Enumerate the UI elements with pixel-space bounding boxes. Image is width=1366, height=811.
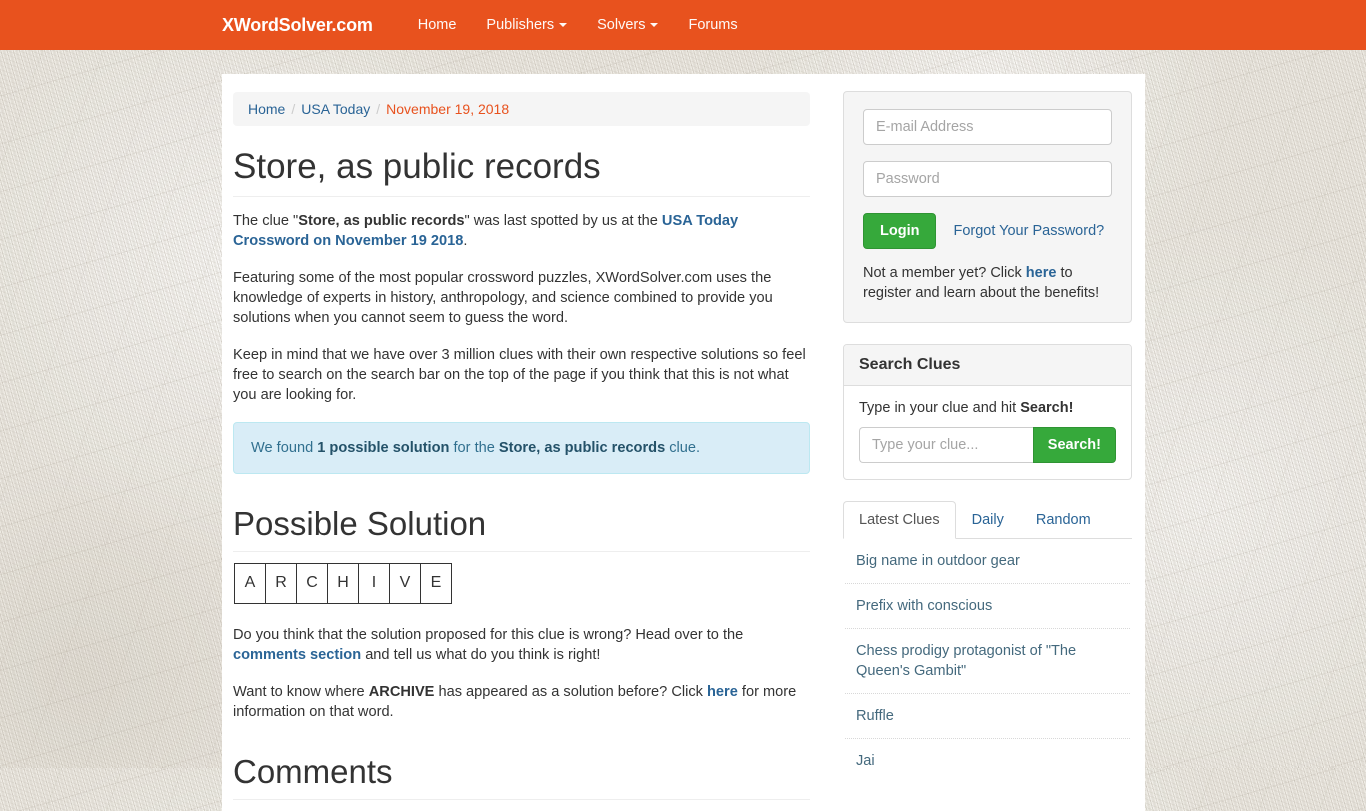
search-hint: Type in your clue and hit Search! xyxy=(859,400,1116,416)
letter-box: H xyxy=(327,562,359,604)
login-button[interactable]: Login xyxy=(863,213,937,249)
wrong-solution-paragraph: Do you think that the solution proposed … xyxy=(233,625,810,665)
search-hint-paragraph: Keep in mind that we have over 3 million… xyxy=(233,346,806,403)
nav-item-publishers[interactable]: Publishers xyxy=(471,0,582,50)
search-panel-title: Search Clues xyxy=(844,345,1131,386)
nav-item-solvers-label: Solvers xyxy=(597,17,646,33)
letter-box: V xyxy=(389,562,421,604)
search-panel-body: Type in your clue and hit Search! Search… xyxy=(844,386,1131,479)
list-item[interactable]: Prefix with conscious xyxy=(845,584,1130,629)
intro-post: . xyxy=(463,232,468,249)
main-content: Home / USA Today / November 19, 2018 Store, … xyxy=(222,74,834,811)
letter-box: I xyxy=(358,562,390,604)
history-word: ARCHIVE xyxy=(368,683,435,700)
wrong-post: and tell us what do you think is right! xyxy=(361,646,601,663)
search-input-group: Search! xyxy=(859,427,1116,463)
solution-count-alert: We found 1 possible solution for the Sto… xyxy=(233,421,810,474)
chevron-down-icon xyxy=(559,23,568,28)
intro-pre: The clue " xyxy=(233,212,299,229)
register-here-link[interactable]: here xyxy=(1026,265,1057,281)
nav-item-solvers[interactable]: Solvers xyxy=(582,0,673,50)
top-navbar: XWordSolver.com Home Publishers Solvers … xyxy=(0,0,1366,50)
breadcrumb-date: November 19, 2018 xyxy=(386,101,510,117)
alert-pre: We found xyxy=(251,439,318,456)
clues-tabs-section: Latest Clues Daily Random Big name in ou… xyxy=(843,501,1132,783)
word-history-paragraph: Want to know where ARCHIVE has appeared … xyxy=(233,682,810,722)
alert-mid: for the xyxy=(449,439,499,456)
letter-box: A xyxy=(234,562,266,604)
intro-mid: " was last spotted by us at the xyxy=(464,212,662,229)
about-paragraph: Featuring some of the most popular cross… xyxy=(233,269,773,326)
breadcrumb-home[interactable]: Home xyxy=(248,101,285,117)
tab-random[interactable]: Random xyxy=(1020,501,1107,539)
forgot-password-link[interactable]: Forgot Your Password? xyxy=(953,223,1104,239)
intro-paragraph: The clue "Store, as public records" was … xyxy=(233,211,810,251)
search-input[interactable] xyxy=(859,427,1033,463)
search-hint-pre: Type in your clue and hit xyxy=(859,400,1021,416)
clue-list: Big name in outdoor gear Prefix with con… xyxy=(843,539,1132,783)
alert-clue: Store, as public records xyxy=(498,439,666,456)
history-mid: has appeared as a solution before? Click xyxy=(434,683,708,700)
password-field[interactable] xyxy=(863,161,1112,197)
chevron-down-icon xyxy=(650,23,659,28)
nav-item-home-label: Home xyxy=(417,17,457,33)
breadcrumb-separator: / xyxy=(291,101,296,117)
nav-item-forums-label: Forums xyxy=(688,17,738,33)
history-pre: Want to know where xyxy=(233,683,369,700)
search-hint-bold: Search! xyxy=(1020,400,1074,416)
sidebar: Login Forgot Your Password? Not a member… xyxy=(834,74,1145,811)
breadcrumb-separator: / xyxy=(376,101,381,117)
page-title: Store, as public records xyxy=(233,147,810,197)
comments-heading: Comments xyxy=(233,753,810,801)
register-prompt: Not a member yet? Click here to register… xyxy=(863,263,1112,303)
list-item[interactable]: Ruffle xyxy=(845,694,1130,739)
solution-letter-boxes: A R C H I V E xyxy=(234,562,810,604)
tab-daily[interactable]: Daily xyxy=(956,501,1020,539)
word-info-link[interactable]: here xyxy=(707,684,738,700)
site-brand-logo[interactable]: XWordSolver.com xyxy=(222,0,373,50)
breadcrumb-publisher[interactable]: USA Today xyxy=(301,101,370,117)
login-panel: Login Forgot Your Password? Not a member… xyxy=(843,91,1132,323)
nav-item-forums[interactable]: Forums xyxy=(673,0,752,50)
search-button[interactable]: Search! xyxy=(1032,427,1116,463)
possible-solution-heading: Possible Solution xyxy=(233,505,810,552)
alert-post: clue. xyxy=(665,439,701,456)
list-item[interactable]: Big name in outdoor gear xyxy=(845,539,1130,584)
nav-item-home[interactable]: Home xyxy=(403,0,472,50)
list-item[interactable]: Chess prodigy protagonist of "The Queen'… xyxy=(845,629,1130,694)
letter-box: E xyxy=(420,562,452,604)
clues-tab-bar: Latest Clues Daily Random xyxy=(843,501,1132,539)
navbar-inner: XWordSolver.com Home Publishers Solvers … xyxy=(222,0,753,50)
search-clues-panel: Search Clues Type in your clue and hit S… xyxy=(843,344,1132,480)
email-field[interactable] xyxy=(863,109,1112,145)
tab-latest-clues[interactable]: Latest Clues xyxy=(843,501,956,539)
login-actions-row: Login Forgot Your Password? xyxy=(863,213,1112,249)
page-container: Home / USA Today / November 19, 2018 Store, … xyxy=(222,74,1145,811)
nav-item-publishers-label: Publishers xyxy=(486,17,555,33)
breadcrumb: Home / USA Today / November 19, 2018 xyxy=(233,92,810,126)
comments-section-link[interactable]: comments section xyxy=(233,647,361,663)
list-item[interactable]: Jai xyxy=(845,739,1130,783)
alert-count: 1 possible solution xyxy=(317,439,450,456)
letter-box: C xyxy=(296,562,328,604)
wrong-pre: Do you think that the solution proposed … xyxy=(233,626,744,643)
intro-clue: Store, as public records xyxy=(298,212,465,229)
register-pre: Not a member yet? Click xyxy=(863,265,1026,281)
letter-box: R xyxy=(265,562,297,604)
